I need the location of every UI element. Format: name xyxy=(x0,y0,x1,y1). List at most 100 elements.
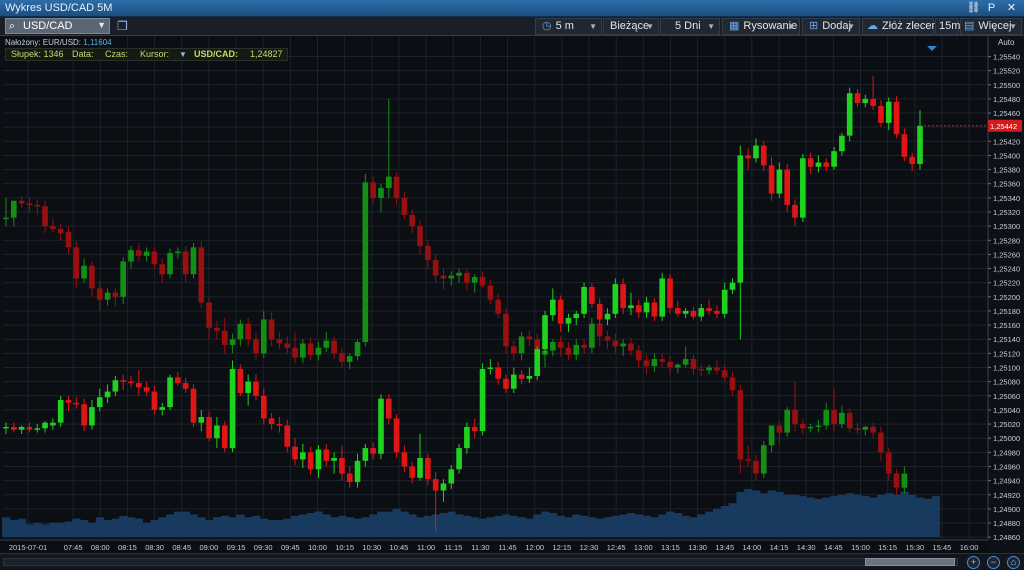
main-candle xyxy=(409,466,416,478)
volume-bar xyxy=(189,514,198,537)
symbol-price-value: 1,24827 xyxy=(250,49,283,59)
volume-bar xyxy=(494,515,503,537)
overlay-candle xyxy=(440,275,447,279)
overlay-candle xyxy=(612,340,619,347)
main-candle xyxy=(792,204,798,218)
x-tick-label: 08:45 xyxy=(172,543,191,552)
overlay-candle xyxy=(73,247,80,279)
main-candle xyxy=(417,458,423,478)
overlay-candle xyxy=(823,409,830,426)
auto-scale-toggle[interactable]: Auto xyxy=(998,38,1014,47)
volume-bar xyxy=(252,515,261,537)
volume-bar xyxy=(572,514,581,537)
x-tick-label: 07:45 xyxy=(64,543,83,552)
overlay-candle xyxy=(800,424,806,429)
overlay-candle xyxy=(89,265,95,289)
main-candle xyxy=(10,426,17,430)
volume-bar xyxy=(181,511,190,537)
zoom-in-icon[interactable]: + xyxy=(967,556,980,569)
volume-bar xyxy=(697,514,706,537)
scroll-thumb[interactable] xyxy=(865,558,955,566)
main-candle xyxy=(667,278,673,309)
overlay-candle xyxy=(581,344,587,348)
overlay-candle xyxy=(206,302,212,328)
overlay-candle xyxy=(300,343,306,358)
volume-bar xyxy=(439,513,448,537)
overlay-candle xyxy=(432,260,439,276)
main-candle xyxy=(690,310,697,317)
overlay-candle xyxy=(479,277,486,286)
main-candle xyxy=(42,422,48,429)
overlay-candle xyxy=(495,299,501,314)
overlay-candle xyxy=(901,473,908,488)
current-price-label: 1,25442 xyxy=(990,122,1017,131)
x-tick-label: 15:15 xyxy=(878,543,897,552)
volume-bar xyxy=(306,513,315,537)
overlay-candle xyxy=(807,426,814,429)
overlay-candle xyxy=(370,182,376,198)
volume-bar xyxy=(166,514,175,537)
volume-bar xyxy=(56,522,65,537)
chart-background xyxy=(0,36,1024,553)
main-candle xyxy=(542,315,548,350)
main-candle xyxy=(901,134,908,157)
y-tick-label: 1,24980 xyxy=(993,448,1020,457)
main-candle xyxy=(96,397,103,408)
overlay-candle xyxy=(378,187,384,198)
overlay-candle xyxy=(885,452,892,474)
main-candle xyxy=(620,284,626,309)
x-tick-label: 08:15 xyxy=(118,543,137,552)
main-candle xyxy=(190,388,197,423)
volume-bar xyxy=(228,517,237,537)
overlay-candle xyxy=(112,292,119,297)
volume-bar xyxy=(619,514,628,537)
volume-bar xyxy=(400,511,409,537)
volume-bar xyxy=(384,511,394,537)
volume-bar xyxy=(330,517,339,537)
overlay-candle xyxy=(456,272,462,276)
x-tick-label: 10:45 xyxy=(390,543,409,552)
volume-bar xyxy=(408,514,417,537)
date-label: Data: xyxy=(72,49,94,59)
volume-bar xyxy=(595,518,605,537)
overlay-candle xyxy=(198,247,205,303)
main-candle xyxy=(315,449,322,470)
volume-bar xyxy=(775,491,784,537)
volume-bar xyxy=(314,511,323,537)
volume-bar xyxy=(556,515,565,537)
overlay-candle xyxy=(182,251,189,275)
main-candle xyxy=(167,377,173,408)
x-tick-label: 09:15 xyxy=(227,543,246,552)
overlay-candle xyxy=(221,330,228,345)
zoom-out-icon[interactable]: − xyxy=(987,556,1000,569)
overlay-candle xyxy=(815,425,822,427)
main-candle xyxy=(50,422,56,426)
price-chart[interactable]: 1,25540 1,25520 1,25500 1,25480 1,25460 1,254… xyxy=(0,0,1024,553)
main-candle xyxy=(393,418,400,453)
main-candle xyxy=(206,417,212,439)
scroll-track[interactable] xyxy=(3,558,958,566)
volume-bar xyxy=(369,514,378,537)
volume-bar xyxy=(916,497,925,537)
main-candle xyxy=(604,313,611,320)
volume-bar xyxy=(486,517,495,537)
overlay-candle xyxy=(471,277,478,283)
main-candle xyxy=(745,155,751,159)
chart-scrollbar[interactable]: + − ⌂ xyxy=(0,553,1024,570)
main-candle xyxy=(878,105,884,123)
zoom-reset-icon[interactable]: ⌂ xyxy=(1007,556,1020,569)
main-candle xyxy=(471,426,478,432)
overlay-candle xyxy=(3,217,9,220)
overlay-candle xyxy=(503,313,509,347)
overlay-candle xyxy=(18,200,25,204)
overlay-candle xyxy=(237,323,244,340)
x-tick-label: 12:45 xyxy=(607,543,626,552)
main-candle xyxy=(635,305,642,313)
main-candle xyxy=(870,98,876,106)
overlay-candle xyxy=(292,347,298,358)
overlay-candle xyxy=(260,319,267,354)
main-candle xyxy=(581,286,587,314)
overlay-candle xyxy=(706,367,712,371)
caret-down-icon[interactable]: ▼ xyxy=(179,49,187,60)
main-candle xyxy=(440,483,447,491)
